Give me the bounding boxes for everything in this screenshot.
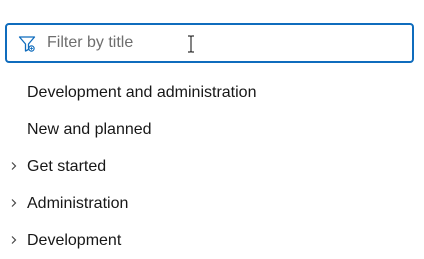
filter-input[interactable] xyxy=(47,30,367,56)
filter-box[interactable] xyxy=(5,23,414,63)
chevron-right-icon[interactable] xyxy=(9,161,19,171)
filter-icon xyxy=(18,36,36,52)
toc-item-label: New and planned xyxy=(27,121,152,138)
toc-item-new-and-planned[interactable]: New and planned xyxy=(0,111,424,148)
chevron-right-icon[interactable] xyxy=(9,198,19,208)
toc-item-label: Administration xyxy=(27,195,129,212)
chevron-right-icon[interactable] xyxy=(9,235,19,245)
toc-list: Development and administration New and p… xyxy=(0,74,424,259)
text-cursor-icon xyxy=(188,35,194,53)
toc-item-label: Get started xyxy=(27,158,107,175)
toc-item-development[interactable]: Development xyxy=(0,222,424,259)
toc-item-label: Development and administration xyxy=(27,84,257,101)
toc-item-development-and-administration[interactable]: Development and administration xyxy=(0,74,424,111)
toc-item-administration[interactable]: Administration xyxy=(0,185,424,222)
toc-item-label: Development xyxy=(27,232,122,249)
toc-item-get-started[interactable]: Get started xyxy=(0,148,424,185)
